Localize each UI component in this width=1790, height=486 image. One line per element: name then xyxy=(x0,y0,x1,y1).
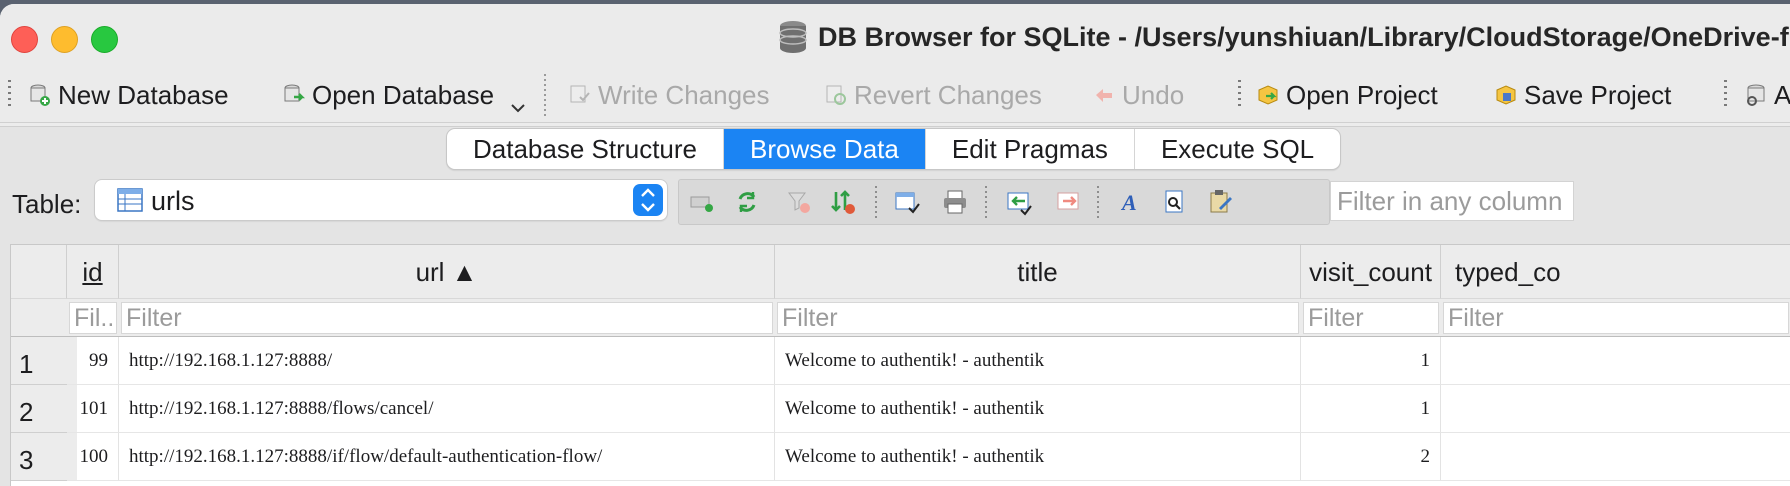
main-tab-bar: Database Structure Browse Data Edit Prag… xyxy=(446,128,1342,170)
refresh-icon[interactable] xyxy=(733,188,761,216)
table-cell-url[interactable]: http://192.168.1.127:8888/flows/cancel/ xyxy=(119,385,775,433)
text-format-icon[interactable]: A xyxy=(1115,188,1143,216)
table-cell-typed-count[interactable] xyxy=(1441,337,1790,385)
table-cell-url[interactable]: http://192.168.1.127:8888/if/flow/defaul… xyxy=(119,433,775,481)
main-toolbar: New Database Open Database Write Changes xyxy=(0,66,1790,123)
write-changes-button[interactable]: Write Changes xyxy=(568,80,770,110)
table-cell-id[interactable]: 100 xyxy=(67,433,119,481)
table-cell-typed-count[interactable] xyxy=(1441,433,1790,481)
filter-input-id[interactable] xyxy=(69,302,117,334)
undo-label: Undo xyxy=(1122,79,1185,110)
browse-actions-toolbar: A xyxy=(678,179,1330,225)
filter-input-typed-count[interactable] xyxy=(1443,302,1789,334)
table-cell-typed-count[interactable] xyxy=(1441,385,1790,433)
svg-text:A: A xyxy=(1120,190,1137,215)
sort-icon[interactable] xyxy=(829,188,857,216)
column-header-typed-count[interactable]: typed_co xyxy=(1441,245,1790,299)
browse-data-pane: Database Structure Browse Data Edit Prag… xyxy=(0,126,1790,486)
table-cell-visit-count[interactable]: 2 xyxy=(1301,433,1441,481)
save-table-icon[interactable] xyxy=(893,188,921,216)
data-grid: id url ▲ title visit_count typed_co 1 99… xyxy=(10,244,1790,486)
toolbar-grip[interactable] xyxy=(1238,80,1241,108)
tab-database-structure[interactable]: Database Structure xyxy=(447,129,725,169)
clear-filters-icon[interactable] xyxy=(785,188,813,216)
filter-input-title[interactable] xyxy=(777,302,1299,334)
tab-browse-data[interactable]: Browse Data xyxy=(724,129,926,169)
table-label: Table: xyxy=(12,189,82,219)
delete-record-icon[interactable] xyxy=(1055,188,1083,216)
find-in-cells-icon[interactable] xyxy=(1161,188,1189,216)
tab-execute-sql[interactable]: Execute SQL xyxy=(1135,129,1340,169)
tab-edit-pragmas[interactable]: Edit Pragmas xyxy=(926,129,1135,169)
save-project-icon xyxy=(1496,85,1516,105)
filter-input-url[interactable] xyxy=(121,302,773,334)
open-database-icon xyxy=(284,84,306,102)
filter-input-visit-count[interactable] xyxy=(1303,302,1439,334)
new-database-icon xyxy=(30,84,50,106)
table-cell-title[interactable]: Welcome to authentik! - authentik xyxy=(775,433,1301,481)
save-project-label: Save Project xyxy=(1524,79,1672,110)
print-icon[interactable] xyxy=(941,188,969,216)
open-project-label: Open Project xyxy=(1286,79,1438,110)
filter-any-column-input[interactable] xyxy=(1330,181,1574,221)
open-project-button[interactable]: Open Project xyxy=(1256,80,1438,110)
table-cell-visit-count[interactable]: 1 xyxy=(1301,337,1441,385)
revert-changes-icon xyxy=(826,85,846,105)
table-cell-visit-count[interactable]: 1 xyxy=(1301,385,1441,433)
attach-database-button[interactable]: A xyxy=(1744,80,1790,110)
table-select-stepper[interactable] xyxy=(633,184,663,216)
attach-database-label: A xyxy=(1774,79,1790,110)
column-header-title[interactable]: title xyxy=(775,245,1301,299)
table-cell-title[interactable]: Welcome to authentik! - authentik xyxy=(775,337,1301,385)
table-cell-title[interactable]: Welcome to authentik! - authentik xyxy=(775,385,1301,433)
chevron-up-down-icon xyxy=(641,188,655,212)
open-database-label: Open Database xyxy=(312,79,495,110)
app-window: DB Browser for SQLite - /Users/yunshiuan… xyxy=(0,4,1790,486)
undo-icon xyxy=(1096,89,1112,102)
close-window-button[interactable] xyxy=(11,26,38,53)
revert-changes-button[interactable]: Revert Changes xyxy=(824,80,1042,110)
undo-button[interactable]: Undo xyxy=(1092,80,1184,110)
title-bar: DB Browser for SQLite - /Users/yunshiuan… xyxy=(0,4,1790,66)
write-changes-icon xyxy=(570,85,590,103)
save-project-button[interactable]: Save Project xyxy=(1494,80,1671,110)
new-database-button[interactable]: New Database xyxy=(28,80,229,110)
table-select[interactable]: urls xyxy=(94,179,668,221)
column-header-id[interactable]: id xyxy=(67,245,119,299)
clear-sort-filter-icon[interactable] xyxy=(687,188,715,216)
toolbar-separator xyxy=(985,186,987,218)
open-database-button[interactable]: Open Database xyxy=(282,80,494,110)
edit-display-format-icon[interactable] xyxy=(1207,188,1235,216)
window-title: DB Browser for SQLite - /Users/yunshiuan… xyxy=(818,22,1789,52)
toolbar-grip[interactable] xyxy=(1724,80,1727,108)
table-select-value: urls xyxy=(151,186,195,216)
revert-changes-label: Revert Changes xyxy=(854,79,1042,110)
column-header-visit-count[interactable]: visit_count xyxy=(1301,245,1441,299)
toolbar-separator xyxy=(1097,186,1099,218)
insert-record-icon[interactable] xyxy=(1005,188,1033,216)
toolbar-separator xyxy=(875,186,877,218)
open-database-dropdown-icon[interactable] xyxy=(510,102,526,114)
table-cell-id[interactable]: 99 xyxy=(67,337,119,385)
column-header-url[interactable]: url ▲ xyxy=(119,245,775,299)
minimize-window-button[interactable] xyxy=(51,26,78,53)
toolbar-grip[interactable] xyxy=(8,80,11,108)
open-project-icon xyxy=(1258,85,1278,105)
write-changes-label: Write Changes xyxy=(598,79,770,110)
attach-database-icon xyxy=(1747,84,1765,106)
maximize-window-button[interactable] xyxy=(91,26,118,53)
table-icon xyxy=(117,188,143,212)
toolbar-separator xyxy=(544,74,546,116)
table-cell-id[interactable]: 101 xyxy=(67,385,119,433)
new-database-label: New Database xyxy=(58,79,229,110)
table-cell-url[interactable]: http://192.168.1.127:8888/ xyxy=(119,337,775,385)
row-header-corner[interactable] xyxy=(11,245,67,299)
database-app-icon xyxy=(779,21,807,53)
